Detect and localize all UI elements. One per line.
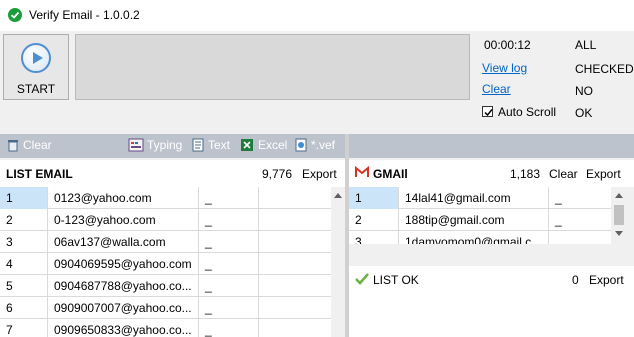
start-button[interactable]: START (3, 34, 69, 100)
table-row[interactable]: 4 0904069595@yahoo.com _ (0, 253, 331, 275)
table-row[interactable]: 2 188tip@gmail.com _ (349, 209, 611, 231)
play-icon (21, 43, 51, 73)
row-extra (259, 187, 331, 209)
row-status: _ (199, 319, 259, 337)
table-row[interactable]: 6 0909007007@yahoo.co... _ (0, 297, 331, 319)
row-number: 4 (0, 253, 48, 275)
toolbar-clear[interactable]: Clear (23, 138, 52, 152)
start-label: START (16, 82, 56, 96)
row-status: _ (199, 275, 259, 297)
table-row[interactable]: 1 14lal41@gmail.com _ (349, 187, 611, 209)
gmail-title: GMAIl (373, 167, 408, 181)
status-no: NO (575, 84, 593, 98)
row-extra (259, 209, 331, 231)
gmail-export-button[interactable]: Export (586, 167, 621, 181)
row-number: 1 (0, 187, 48, 209)
row-number: 2 (349, 209, 399, 231)
row-extra (259, 319, 331, 337)
row-number: 3 (0, 231, 48, 253)
table-row[interactable]: 1 0123@yahoo.com _ (0, 187, 331, 209)
row-status: _ (199, 253, 259, 275)
scroll-up-arrow-icon[interactable] (615, 193, 623, 198)
toolbar-typing[interactable]: Typing (147, 138, 182, 152)
row-status (549, 231, 611, 244)
row-status: _ (555, 191, 562, 205)
scroll-up-arrow-icon[interactable] (334, 193, 342, 198)
table-row[interactable]: 3 06av137@walla.com _ (0, 231, 331, 253)
list-ok-export-button[interactable]: Export (589, 273, 624, 287)
list-email-export-button[interactable]: Export (302, 167, 337, 181)
row-email: 0123@yahoo.com (48, 187, 199, 209)
row-number: 6 (0, 297, 48, 319)
list-email-grid[interactable]: 1 0123@yahoo.com _ 2 0-123@yahoo.com _ 3… (0, 187, 331, 337)
row-email: 0-123@yahoo.com (48, 209, 199, 231)
toolbar-text[interactable]: Text (208, 138, 230, 152)
scroll-thumb[interactable] (614, 205, 624, 225)
row-email: 0904069595@yahoo.com (48, 253, 199, 275)
list-ok-title: LIST OK (373, 273, 419, 287)
auto-scroll-label[interactable]: Auto Scroll (498, 105, 556, 119)
table-row[interactable]: 5 0904687788@yahoo.co... _ (0, 275, 331, 297)
vef-file-icon[interactable] (294, 138, 308, 152)
row-email: 06av137@walla.com (48, 231, 199, 253)
list-ok-count: 0 (572, 273, 579, 287)
toolbar-excel[interactable]: Excel (258, 138, 287, 152)
typing-icon[interactable] (128, 138, 144, 152)
gmail-horizontal-scrollbar[interactable] (349, 244, 611, 260)
trash-icon[interactable] (6, 138, 20, 152)
row-extra (259, 231, 331, 253)
gmail-clear-button[interactable]: Clear (549, 167, 578, 181)
row-email: 0909007007@yahoo.co... (48, 297, 199, 319)
row-status: _ (199, 231, 259, 253)
text-file-icon[interactable] (191, 138, 205, 152)
row-status: _ (555, 213, 562, 227)
row-email: 0909650833@yahoo.co... (48, 319, 199, 337)
window-title: Verify Email - 1.0.0.2 (29, 8, 140, 22)
row-email: 14lal41@gmail.com (399, 187, 549, 209)
row-extra (259, 297, 331, 319)
row-number: 3 (349, 231, 399, 244)
row-email: 188tip@gmail.com (399, 209, 549, 231)
status-ok: OK (575, 106, 593, 120)
row-email: 1damvomom0@gmail.c (399, 231, 549, 244)
row-extra (259, 275, 331, 297)
list-email-title: LIST EMAIL (6, 167, 73, 181)
clear-link[interactable]: Clear (482, 82, 511, 96)
row-number: 7 (0, 319, 48, 337)
toolbar-vef[interactable]: *.vef (311, 138, 335, 152)
row-number: 1 (349, 187, 399, 209)
excel-icon[interactable] (240, 138, 254, 152)
gmail-scrollbar[interactable] (611, 187, 627, 244)
gmail-icon (355, 165, 369, 178)
table-row[interactable]: 7 0909650833@yahoo.co... _ (0, 319, 331, 337)
right-toolbar (349, 134, 634, 158)
elapsed-timer: 00:00:12 (484, 38, 531, 52)
row-status: _ (199, 297, 259, 319)
row-number: 2 (0, 209, 48, 231)
gmail-count: 1,183 (510, 167, 541, 181)
gmail-grid[interactable]: 1 14lal41@gmail.com _ 2 188tip@gmail.com… (349, 187, 611, 244)
progress-panel (75, 34, 470, 100)
list-email-scrollbar[interactable] (331, 187, 345, 337)
list-email-count: 9,776 (262, 167, 293, 181)
view-log-link[interactable]: View log (482, 61, 527, 75)
auto-scroll-checkbox[interactable] (482, 106, 493, 117)
verified-check-icon (8, 8, 22, 22)
row-number: 5 (0, 275, 48, 297)
table-row[interactable]: 2 0-123@yahoo.com _ (0, 209, 331, 231)
status-checked: CHECKED (575, 62, 634, 76)
row-email: 0904687788@yahoo.co... (48, 275, 199, 297)
status-all: ALL (575, 38, 597, 52)
row-extra (259, 253, 331, 275)
scroll-down-arrow-icon[interactable] (615, 231, 623, 236)
row-status: _ (199, 187, 259, 209)
table-row[interactable]: 3 1damvomom0@gmail.c (349, 231, 611, 244)
ok-check-icon (355, 273, 369, 285)
row-status: _ (199, 209, 259, 231)
